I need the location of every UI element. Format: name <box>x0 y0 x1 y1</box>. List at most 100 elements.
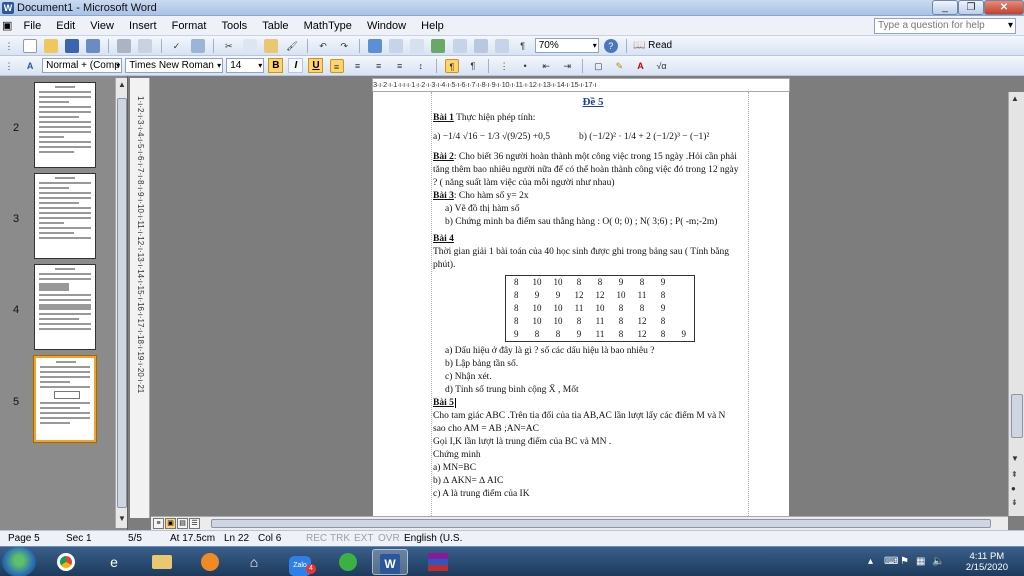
horizontal-scrollbar[interactable]: ≡ ▣ ▤ ☰ <box>151 516 1008 530</box>
media-player-icon[interactable] <box>192 549 228 575</box>
browse-object-icon[interactable]: ● <box>1011 484 1016 493</box>
table-cell[interactable]: 10 <box>548 276 569 290</box>
menu-format[interactable]: Format <box>166 16 213 36</box>
table-cell[interactable]: 10 <box>527 315 548 328</box>
permission-icon[interactable] <box>86 39 101 53</box>
bullets-icon[interactable]: • <box>518 59 532 73</box>
numbering-icon[interactable]: ⋮ <box>497 59 511 73</box>
thumbnail-scrollbar[interactable]: ▲ ▼ <box>115 78 127 528</box>
vertical-ruler[interactable]: 1·ı·2·ı·3·ı·4·ı·5·ı·6·ı·7·ı·8·ı·9·ı·10·ı… <box>130 78 150 518</box>
thumbnail-scroll-thumb[interactable] <box>117 98 127 508</box>
page-thumbnail[interactable] <box>34 173 96 259</box>
table-cell[interactable]: 8 <box>611 328 632 342</box>
table-cell[interactable]: 11 <box>569 302 590 315</box>
drawing-icon[interactable] <box>473 39 488 53</box>
clock[interactable]: 4:11 PM 2/15/2020 <box>966 551 1008 573</box>
table-cell[interactable]: 9 <box>527 289 548 302</box>
table-cell[interactable]: 8 <box>527 328 548 342</box>
document-map-icon[interactable] <box>494 39 509 53</box>
help-icon[interactable]: ? <box>603 39 618 53</box>
insert-excel-icon[interactable] <box>431 39 446 53</box>
keyboard-icon[interactable]: ⌨ <box>884 556 898 567</box>
table-cell[interactable]: 8 <box>632 302 653 315</box>
minimize-button[interactable]: _ <box>932 0 958 15</box>
table-cell[interactable]: 8 <box>506 289 527 302</box>
vertical-scroll-thumb[interactable] <box>1011 394 1023 438</box>
word-app-icon[interactable]: W <box>2 2 14 14</box>
zoom-dropdown-icon[interactable]: ▾ <box>593 39 597 52</box>
scroll-down-icon[interactable]: ▼ <box>118 514 126 523</box>
table-cell[interactable]: 12 <box>632 328 653 342</box>
print-icon[interactable] <box>117 39 132 53</box>
file-explorer-icon[interactable] <box>144 549 180 575</box>
table-cell[interactable]: 10 <box>548 315 569 328</box>
vertical-scrollbar[interactable]: ▲ ▼ ⇞ ● ⇟ <box>1008 92 1024 516</box>
document-content[interactable]: Đề 5 Bài 1 Thực hiện phép tính: a) −1/4 … <box>433 96 753 501</box>
table-cell[interactable]: 10 <box>548 302 569 315</box>
font-dropdown-icon[interactable]: ▾ <box>217 59 221 72</box>
winrar-icon[interactable] <box>420 549 456 575</box>
hyperlink-icon[interactable] <box>368 39 383 53</box>
menu-mathtype[interactable]: MathType <box>298 16 358 36</box>
style-combo[interactable]: Normal + (Comp ▾ <box>42 58 123 73</box>
redo-icon[interactable]: ↷ <box>337 39 351 53</box>
menu-insert[interactable]: Insert <box>123 16 163 36</box>
next-page-icon[interactable]: ⇟ <box>1011 498 1018 507</box>
table-cell[interactable]: 11 <box>590 315 611 328</box>
style-dropdown-icon[interactable]: ▾ <box>116 59 120 72</box>
page-thumbnail-selected[interactable] <box>33 355 97 443</box>
save-icon[interactable] <box>65 39 80 53</box>
help-search-input[interactable]: Type a question for help ▾ <box>874 18 1016 34</box>
web-layout-view-icon[interactable]: ▤ <box>177 518 188 529</box>
scroll-up-icon[interactable]: ▲ <box>118 80 126 89</box>
format-painter-icon[interactable]: 🖌 <box>285 39 299 53</box>
menu-window[interactable]: Window <box>361 16 412 36</box>
print-preview-icon[interactable] <box>138 39 153 53</box>
horizontal-ruler[interactable]: 3·ı·2·ı·1·ı·ı·ı·1·ı·2·ı·3·ı·4·ı·5·ı·6·ı·… <box>372 78 790 92</box>
borders-icon[interactable]: ▢ <box>591 59 605 73</box>
table-cell[interactable]: 9 <box>674 328 695 342</box>
app-green-icon[interactable] <box>330 549 366 575</box>
table-cell[interactable]: 11 <box>590 328 611 342</box>
status-rec[interactable]: REC <box>306 531 327 546</box>
open-folder-icon[interactable] <box>44 39 59 53</box>
table-cell[interactable]: 9 <box>506 328 527 342</box>
paste-icon[interactable] <box>263 39 278 53</box>
table-cell[interactable]: 10 <box>611 289 632 302</box>
rtl-direction-icon[interactable]: ¶ <box>466 59 480 73</box>
previous-page-icon[interactable]: ⇞ <box>1011 470 1018 479</box>
increase-indent-icon[interactable]: ⇥ <box>560 59 574 73</box>
menu-edit[interactable]: Edit <box>50 16 81 36</box>
volume-icon[interactable]: 🔈 <box>932 556 944 567</box>
zoom-combo[interactable]: 70% ▾ <box>534 38 599 53</box>
scroll-up-icon[interactable]: ▲ <box>1011 94 1019 103</box>
print-layout-view-icon[interactable]: ▣ <box>165 518 176 529</box>
spelling-icon[interactable]: ✓ <box>170 39 184 53</box>
normal-view-icon[interactable]: ≡ <box>153 518 164 529</box>
show-hide-icon[interactable]: ¶ <box>516 39 530 53</box>
status-ovr[interactable]: OVR <box>378 531 400 546</box>
show-hidden-icons[interactable]: ▴ <box>868 556 873 567</box>
network-icon[interactable]: ▦ <box>916 556 925 567</box>
font-size-combo[interactable]: 14 ▾ <box>226 58 265 73</box>
restore-button[interactable]: ❐ <box>958 0 984 15</box>
menu-tools[interactable]: Tools <box>216 16 254 36</box>
table-cell[interactable]: 12 <box>632 315 653 328</box>
menu-view[interactable]: View <box>84 16 120 36</box>
table-cell[interactable]: 8 <box>611 315 632 328</box>
undo-icon[interactable]: ↶ <box>316 39 330 53</box>
table-cell[interactable]: 8 <box>590 276 611 290</box>
cut-icon[interactable]: ✂ <box>222 39 236 53</box>
table-cell[interactable]: 8 <box>506 302 527 315</box>
table-cell[interactable]: 8 <box>506 315 527 328</box>
doc-menu-icon[interactable]: ▣ <box>0 16 14 36</box>
word-taskbar-icon[interactable]: W <box>372 549 408 575</box>
table-cell[interactable]: 9 <box>548 289 569 302</box>
horizontal-scroll-thumb[interactable] <box>211 519 991 528</box>
justify-icon[interactable]: ≡ <box>393 59 407 73</box>
table-cell[interactable]: 10 <box>527 276 548 290</box>
menu-file[interactable]: File <box>17 16 47 36</box>
table-cell[interactable]: 11 <box>632 289 653 302</box>
align-left-icon[interactable]: ≡ <box>329 59 344 73</box>
menu-help[interactable]: Help <box>415 16 450 36</box>
